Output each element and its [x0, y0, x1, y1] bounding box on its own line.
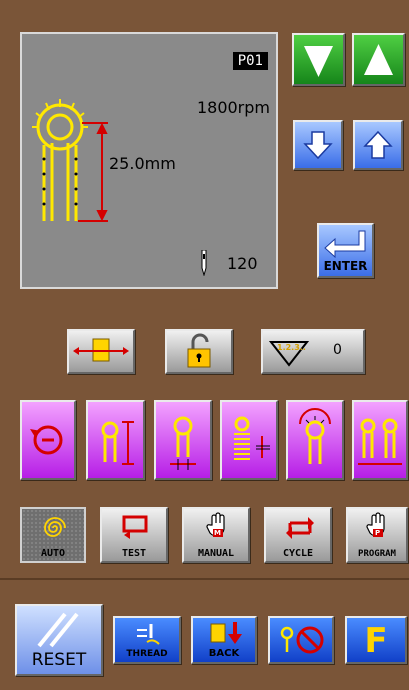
manual-label: MANUAL	[197, 548, 235, 559]
program-badge: P	[375, 529, 381, 537]
double-buttonhole-button[interactable]	[352, 400, 408, 480]
stitch-density-button[interactable]	[220, 400, 278, 480]
buttonhole-pattern-icon	[32, 99, 108, 222]
buttonhole-length-icon	[101, 421, 134, 465]
back-button[interactable]: BACK	[191, 616, 257, 664]
eye-radiate-icon	[299, 408, 331, 464]
counter-button[interactable]: 1.2.3.. 0	[261, 329, 365, 374]
pattern-preview: P01 1800rpm 25.0mm 120	[20, 32, 278, 289]
counter-value: 0	[333, 342, 342, 358]
function-button[interactable]: F	[345, 616, 407, 664]
length-setting-button[interactable]	[86, 400, 145, 480]
auto-mode-button[interactable]: AUTO	[20, 507, 86, 563]
reset-slash-icon	[37, 612, 79, 648]
manual-mode-button[interactable]: M MANUAL	[182, 507, 250, 563]
counter-prefix: 1.2.3..	[277, 343, 306, 352]
lock-button[interactable]	[165, 329, 233, 374]
thread-label: THREAD	[126, 649, 168, 659]
triangle-down-icon	[304, 46, 333, 77]
test-loop-icon	[122, 515, 148, 539]
length-readout: 25.0mm	[109, 154, 176, 173]
thread-button[interactable]: THREAD	[113, 616, 181, 664]
cutting-space-button[interactable]	[154, 400, 212, 480]
stitch-density-icon	[234, 416, 270, 460]
back-arrow-icon	[210, 622, 242, 644]
cycle-label: CYCLE	[282, 548, 314, 559]
program-down-button[interactable]	[293, 120, 343, 170]
test-label: TEST	[121, 548, 147, 559]
feed-direction-button[interactable]	[67, 329, 135, 374]
feed-arrows-icon	[73, 338, 129, 362]
cut-space-icon	[170, 416, 196, 470]
speed-readout: 1800rpm	[196, 98, 270, 117]
cut-disable-button[interactable]	[268, 616, 334, 664]
back-label: BACK	[208, 648, 240, 659]
speed-down-button[interactable]	[292, 33, 345, 86]
stitch-count-readout: 120	[227, 254, 258, 273]
program-mode-button[interactable]: P PROGRAM	[346, 507, 408, 563]
triangle-up-icon	[364, 44, 393, 75]
lock-open-icon	[187, 333, 211, 368]
program-number-badge: P01	[232, 52, 268, 70]
cycle-mode-button[interactable]: CYCLE	[264, 507, 332, 563]
auto-label: AUTO	[40, 548, 66, 559]
no-cut-icon	[280, 626, 324, 654]
origin-return-button[interactable]	[20, 400, 76, 480]
arrow-down-icon	[303, 131, 333, 160]
enter-return-icon	[324, 230, 366, 259]
enter-button[interactable]: ENTER	[317, 223, 374, 278]
program-label: PROGRAM	[358, 549, 396, 559]
eye-size-button[interactable]	[286, 400, 344, 480]
arrow-up-icon	[363, 130, 393, 159]
cycle-arrows-icon	[286, 517, 314, 539]
function-label: F	[364, 621, 388, 661]
needle-icon	[201, 250, 207, 276]
double-buttonhole-icon	[358, 418, 402, 465]
rotate-return-icon	[30, 425, 63, 455]
speed-up-button[interactable]	[352, 33, 405, 86]
thread-needle-icon	[137, 624, 160, 645]
test-mode-button[interactable]: TEST	[100, 507, 168, 563]
spiral-icon	[44, 517, 66, 537]
reset-label: RESET	[31, 650, 87, 670]
reset-button[interactable]: RESET	[15, 604, 103, 676]
bottom-divider	[0, 578, 409, 580]
program-up-button[interactable]	[353, 120, 403, 170]
manual-badge: M	[214, 529, 221, 537]
